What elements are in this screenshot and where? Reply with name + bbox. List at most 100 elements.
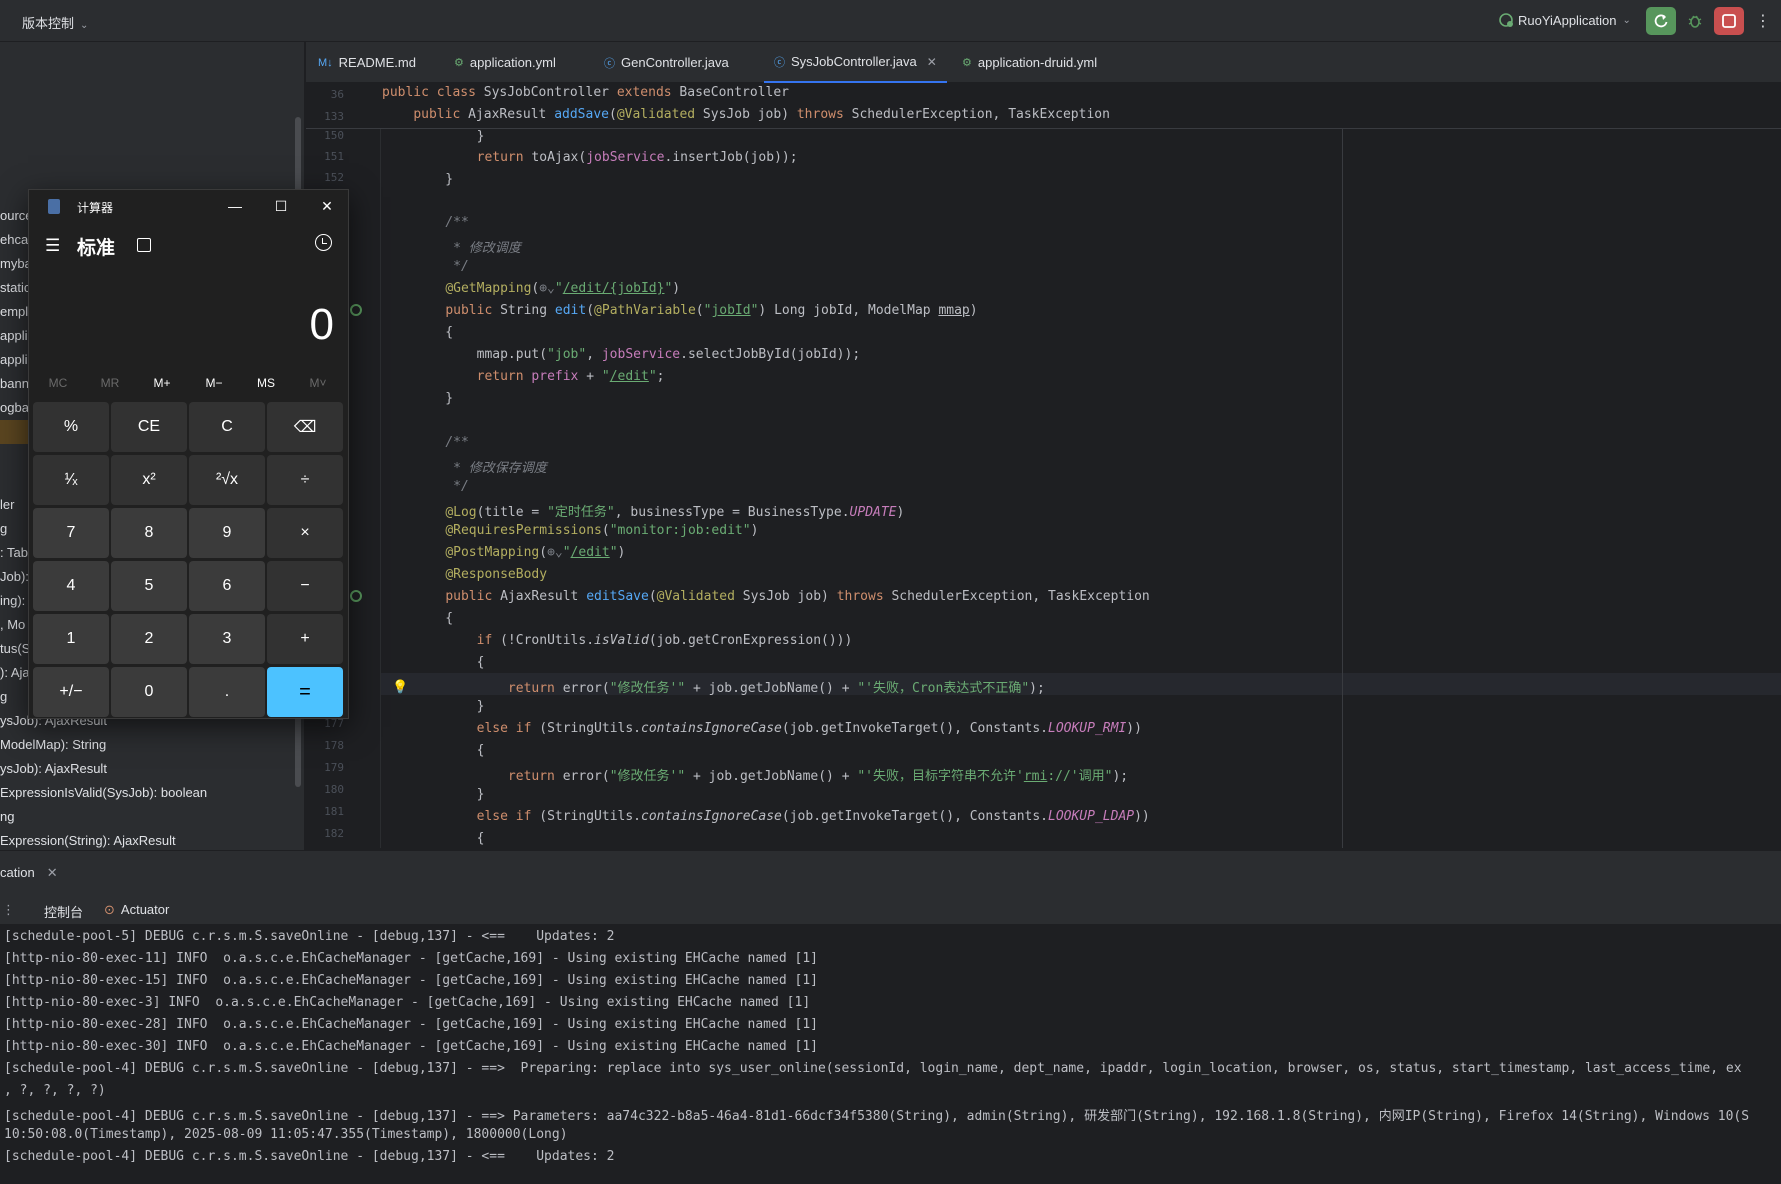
more-icon[interactable]: ⋮	[2, 902, 15, 918]
memory-add-button[interactable]: M+	[136, 376, 188, 390]
structure-item[interactable]: ng	[0, 809, 14, 824]
structure-item[interactable]: Job):	[0, 569, 29, 584]
history-icon[interactable]	[315, 234, 332, 251]
log-line: 10:50:08.0(Timestamp), 2025-08-09 11:05:…	[4, 1127, 568, 1142]
digit-4-button[interactable]: 4	[33, 561, 109, 611]
code-line: */	[445, 479, 469, 494]
memory-clear-button[interactable]: MC	[32, 376, 84, 390]
run-config-selector[interactable]: RuoYiApplication ⌄	[1498, 12, 1631, 28]
code-line: return toAjax(jobService.insertJob(job))…	[476, 150, 798, 165]
close-icon[interactable]: ✕	[927, 55, 937, 69]
keep-on-top-icon[interactable]	[137, 238, 151, 252]
structure-item[interactable]: : Tab	[0, 545, 28, 560]
structure-item[interactable]: ing):	[0, 593, 25, 608]
tree-item[interactable]: ogba	[0, 400, 29, 415]
structure-item[interactable]: ler	[0, 497, 14, 512]
square-button[interactable]: x²	[111, 455, 187, 505]
divide-button[interactable]: ÷	[267, 455, 343, 505]
code-line: {	[414, 655, 485, 670]
stop-icon	[1722, 14, 1736, 28]
digit-5-button[interactable]: 5	[111, 561, 187, 611]
calculator-window[interactable]: 计算器 — ☐ ✕ ☰ 标准 0 MC MR M+ M− MS M˅ % CE …	[28, 189, 349, 719]
tab-readme[interactable]: M↓ README.md	[318, 42, 416, 83]
close-icon[interactable]: ✕	[47, 865, 58, 880]
tab-gen-controller[interactable]: ⓒ GenController.java	[604, 42, 729, 83]
code-line: return error("修改任务'" + job.getJobName() …	[507, 681, 1045, 696]
memory-store-button[interactable]: MS	[240, 376, 292, 390]
percent-button[interactable]: %	[33, 402, 109, 452]
line-number: 152	[324, 171, 344, 184]
markdown-icon: M↓	[318, 56, 333, 69]
tab-label: SysJobController.java	[791, 54, 917, 69]
debug-button[interactable]	[1680, 7, 1710, 35]
digit-7-button[interactable]: 7	[33, 508, 109, 558]
run-tab-label: cation	[0, 865, 35, 880]
structure-item[interactable]: g	[0, 689, 7, 704]
close-button[interactable]: ✕	[304, 190, 350, 222]
tree-item[interactable]: empl	[0, 304, 28, 319]
code-line: {	[414, 743, 485, 758]
equals-button[interactable]: =	[267, 667, 343, 717]
memory-recall-button[interactable]: MR	[84, 376, 136, 390]
line-number: 178	[324, 739, 344, 752]
digit-2-button[interactable]: 2	[111, 614, 187, 664]
code-line: /**	[445, 435, 469, 450]
lightbulb-icon[interactable]: 💡	[392, 679, 408, 695]
digit-1-button[interactable]: 1	[33, 614, 109, 664]
line-number: 180	[324, 783, 344, 796]
reciprocal-button[interactable]: ¹⁄ₓ	[33, 455, 109, 505]
digit-3-button[interactable]: 3	[189, 614, 265, 664]
clear-button[interactable]: C	[189, 402, 265, 452]
tab-actuator[interactable]: ⊙ Actuator	[104, 902, 169, 918]
rerun-icon	[1654, 14, 1668, 28]
line-number: 133	[324, 110, 344, 123]
stop-button[interactable]	[1714, 7, 1744, 35]
square-root-button[interactable]: ²√x	[189, 455, 265, 505]
tab-application-yml[interactable]: ⚙ application.yml	[454, 42, 556, 83]
more-icon[interactable]: ⋮	[1748, 7, 1778, 35]
vcs-menu[interactable]: 版本控制 ⌄	[22, 13, 88, 32]
code-line: */	[445, 259, 469, 274]
tree-item[interactable]: static	[0, 280, 30, 295]
multiply-button[interactable]: ×	[267, 508, 343, 558]
rerun-button[interactable]	[1646, 7, 1676, 35]
subtract-button[interactable]: −	[267, 561, 343, 611]
structure-item[interactable]: ): Aja	[0, 665, 30, 680]
minimize-button[interactable]: —	[212, 190, 258, 222]
log-line: [schedule-pool-4] DEBUG c.r.s.m.S.saveOn…	[4, 1149, 615, 1164]
structure-item[interactable]: ModelMap): String	[0, 737, 106, 752]
code-editor[interactable]: 150 151 152 177 178 179 180 181 182 💡 } …	[306, 83, 1781, 850]
sticky-scope-header[interactable]: 36 133 public class SysJobController ext…	[306, 83, 1781, 129]
maximize-button[interactable]: ☐	[258, 190, 304, 222]
clear-entry-button[interactable]: CE	[111, 402, 187, 452]
digit-0-button[interactable]: 0	[111, 667, 187, 717]
tab-console[interactable]: 控制台	[44, 902, 83, 921]
structure-item[interactable]: ExpressionIsValid(SysJob): boolean	[0, 785, 207, 800]
hamburger-menu-icon[interactable]: ☰	[45, 236, 60, 256]
run-tab[interactable]: cation ✕	[0, 865, 58, 881]
digit-8-button[interactable]: 8	[111, 508, 187, 558]
digit-9-button[interactable]: 9	[189, 508, 265, 558]
structure-item[interactable]: ysJob): AjaxResult	[0, 761, 107, 776]
log-line: [schedule-pool-4] DEBUG c.r.s.m.S.saveOn…	[4, 1061, 1742, 1076]
console-output[interactable]: [schedule-pool-5] DEBUG c.r.s.m.S.saveOn…	[0, 925, 1781, 1184]
tab-sysjob-controller[interactable]: ⓒ SysJobController.java ✕	[764, 42, 947, 83]
code-line: }	[414, 699, 485, 714]
backspace-button[interactable]: ⌫	[267, 402, 343, 452]
add-button[interactable]: +	[267, 614, 343, 664]
code-line: }	[414, 787, 485, 802]
tab-label: README.md	[338, 55, 416, 70]
java-class-icon: ⓒ	[774, 56, 785, 69]
tab-application-druid-yml[interactable]: ⚙ application-druid.yml	[962, 42, 1097, 83]
memory-list-button[interactable]: M˅	[292, 376, 344, 390]
structure-item[interactable]: , Mo	[0, 617, 25, 632]
decimal-button[interactable]: .	[189, 667, 265, 717]
request-mapping-gutter-icon[interactable]	[350, 304, 362, 316]
negate-button[interactable]: +/−	[33, 667, 109, 717]
request-mapping-gutter-icon[interactable]	[350, 590, 362, 602]
structure-item[interactable]: Expression(String): AjaxResult	[0, 833, 176, 848]
digit-6-button[interactable]: 6	[189, 561, 265, 611]
memory-subtract-button[interactable]: M−	[188, 376, 240, 390]
code-line: @ResponseBody	[445, 567, 548, 582]
structure-item[interactable]: g	[0, 521, 7, 536]
